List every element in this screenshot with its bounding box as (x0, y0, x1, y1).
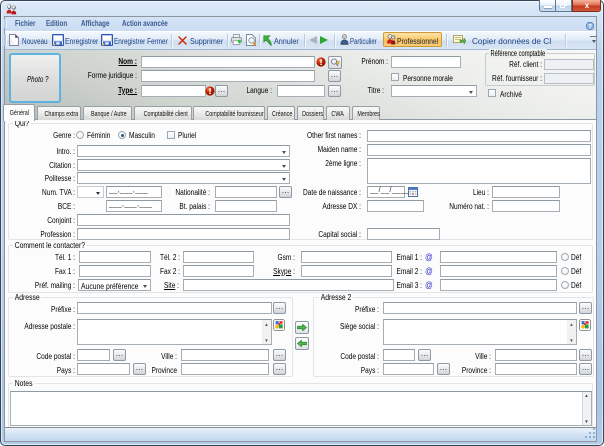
svg-text:?: ? (588, 23, 592, 30)
